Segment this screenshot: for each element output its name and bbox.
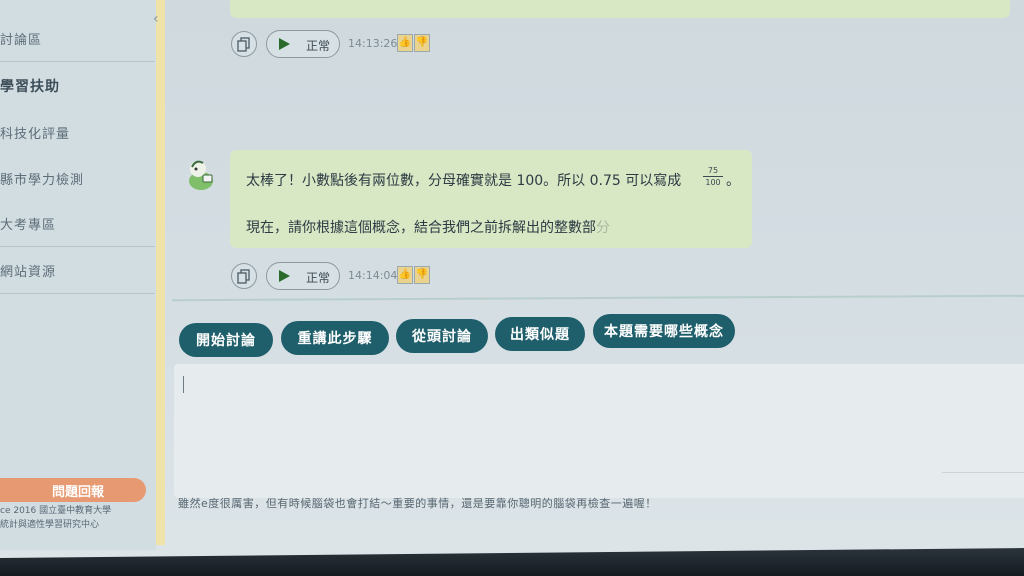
message-input[interactable] (174, 364, 1024, 498)
copyright: ce 2016 國立臺中教育大學 統計與適性學習研究中心 (0, 504, 150, 532)
fraction-numerator: 75 (703, 165, 723, 177)
divider (942, 472, 1024, 473)
required-concepts-button[interactable]: 本題需要哪些概念 (593, 314, 735, 348)
play-audio-button[interactable]: 正常 (266, 262, 340, 290)
sidebar-item-label: 大考專區 (0, 217, 57, 233)
similar-question-button[interactable]: 出類似題 (495, 317, 585, 351)
copy-icon (237, 37, 250, 52)
screen: 討論區 學習扶助 科技化評量 縣市學力檢測 大考專區 網站資源 問題回報 ce … (0, 0, 1024, 576)
sidebar-item-forum[interactable]: 討論區 (0, 16, 150, 60)
copyright-line: ce 2016 國立臺中教育大學 (0, 506, 112, 516)
bot-avatar-icon (189, 160, 213, 190)
play-audio-button[interactable]: 正常 (266, 30, 340, 58)
message-actions: 正常 14:14:04 👍 👎 (231, 262, 441, 293)
speed-label: 正常 (306, 39, 331, 53)
divider (0, 293, 155, 294)
sidebar: 討論區 學習扶助 科技化評量 縣市學力檢測 大考專區 網站資源 問題回報 ce … (0, 0, 156, 550)
divider (0, 246, 155, 247)
play-icon (279, 38, 290, 50)
copy-button[interactable] (231, 263, 257, 289)
sidebar-item-web-resources[interactable]: 網站資源 (0, 248, 150, 292)
streaming-text: 分 (596, 220, 610, 236)
copyright-line: 統計與適性學習研究中心 (0, 520, 100, 530)
thumbs-down-icon[interactable]: 👎 (414, 266, 430, 284)
previous-message-bubble: ………………………………… (230, 0, 1010, 18)
message-text: 現在，請你根據這個概念，結合我們之前拆解出的整數部 (246, 220, 596, 236)
sidebar-item-label: 縣市學力檢測 (0, 172, 85, 188)
sidebar-item-label: 科技化評量 (0, 126, 71, 142)
sidebar-edge (156, 0, 165, 545)
bot-message-bubble: 太棒了！小數點後有兩位數，分母確實就是 100。所以 0.75 可以寫成 75 … (230, 150, 752, 248)
sidebar-item-tech-assessment[interactable]: 科技化評量 (0, 110, 150, 154)
thumbs-down-icon[interactable]: 👎 (414, 34, 430, 52)
chat-divider (172, 294, 1024, 302)
sidebar-item-label: 學習扶助 (0, 79, 60, 95)
sidebar-item-learning-support[interactable]: 學習扶助 (0, 64, 150, 108)
fraction-denominator: 100 (705, 178, 721, 187)
repeat-step-button[interactable]: 重講此步驟 (281, 321, 389, 355)
report-issue-button[interactable]: 問題回報 (0, 478, 146, 502)
copy-button[interactable] (231, 31, 257, 57)
sidebar-item-exam-zone[interactable]: 大考專區 (0, 201, 150, 245)
fraction: 75 100 (703, 165, 723, 188)
message-text-line: 現在，請你根據這個概念，結合我們之前拆解出的整數部分 (246, 217, 610, 237)
copy-icon (237, 269, 250, 284)
message-text-line: 太棒了！小數點後有兩位數，分母確實就是 100。所以 0.75 可以寫成 (246, 173, 682, 189)
start-discussion-button[interactable]: 開始討論 (179, 323, 273, 357)
text-cursor (183, 376, 184, 393)
sidebar-item-label: 討論區 (0, 32, 43, 48)
message-punctuation: 。 (726, 173, 740, 189)
thumbs-up-icon[interactable]: 👍 (397, 266, 413, 284)
disclaimer-text: 雖然e度很厲害，但有時候腦袋也會打結～重要的事情，還是要靠你聰明的腦袋再檢查一遍… (178, 497, 657, 510)
sidebar-item-label: 網站資源 (0, 264, 57, 280)
message-time: 14:14:04 (348, 269, 398, 282)
sidebar-item-city-test[interactable]: 縣市學力檢測 (0, 156, 150, 200)
previous-message-actions: 正常 14:13:26 👍 👎 (231, 30, 441, 61)
divider (0, 61, 155, 62)
speed-label: 正常 (306, 271, 331, 285)
restart-discussion-button[interactable]: 從頭討論 (396, 319, 488, 353)
message-time: 14:13:26 (348, 37, 398, 50)
thumbs-up-icon[interactable]: 👍 (397, 34, 413, 52)
collapse-sidebar-icon[interactable]: ‹ (153, 11, 159, 27)
play-icon (279, 270, 290, 282)
